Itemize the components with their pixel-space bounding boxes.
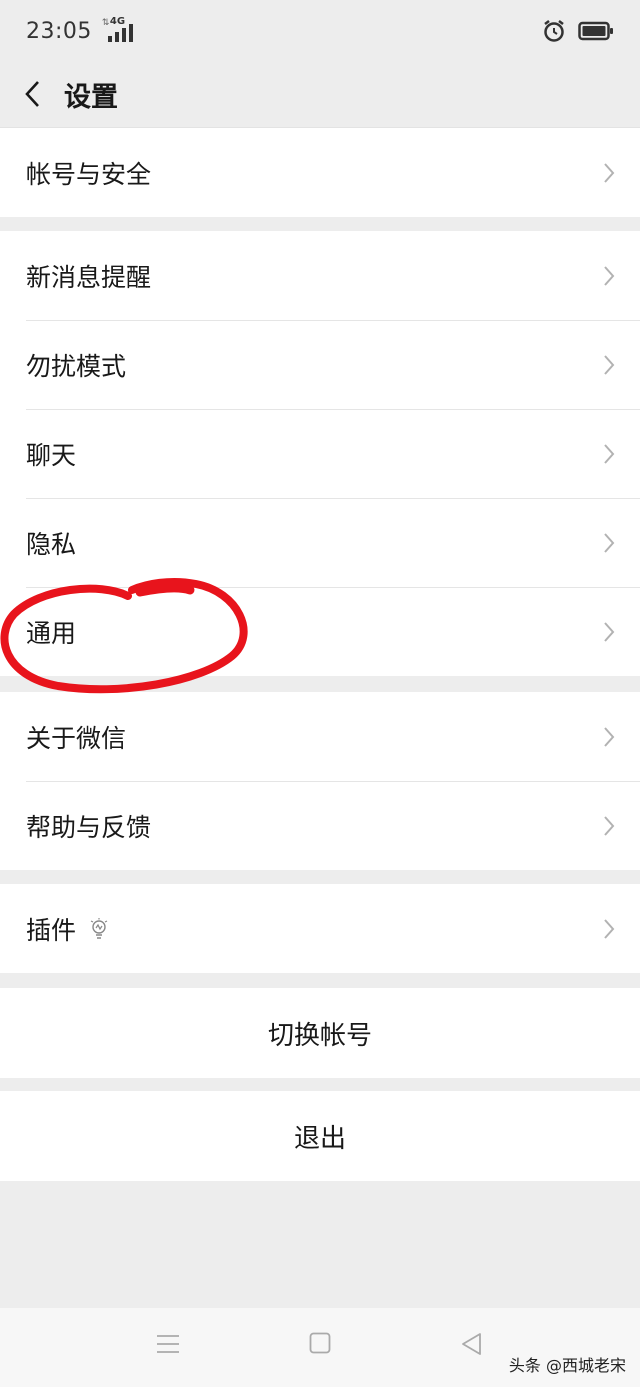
chevron-right-icon (604, 918, 615, 939)
settings-item-help-feedback[interactable]: 帮助与反馈 (0, 781, 640, 870)
settings-item-label: 帮助与反馈 (26, 812, 152, 842)
settings-item-plugins[interactable]: 插件 (0, 884, 640, 973)
battery-icon (578, 21, 613, 41)
status-right (542, 19, 614, 43)
chevron-right-icon (604, 815, 615, 836)
settings-item-label: 聊天 (26, 440, 77, 470)
lightbulb-icon (90, 917, 108, 939)
switch-account-group: 切换帐号 (0, 988, 640, 1078)
chevron-right-icon (604, 621, 615, 642)
chevron-right-icon (604, 443, 615, 464)
settings-item-label: 关于微信 (26, 723, 127, 753)
settings-item-about[interactable]: 关于微信 (0, 692, 640, 781)
settings-item-label: 帐号与安全 (26, 159, 152, 189)
settings-item-chat[interactable]: 聊天 (0, 409, 640, 498)
settings-item-general[interactable]: 通用 (0, 587, 640, 676)
settings-item-label: 隐私 (26, 529, 77, 559)
settings-item-privacy[interactable]: 隐私 (0, 498, 640, 587)
settings-item-label: 通用 (26, 618, 77, 648)
chevron-right-icon (604, 532, 615, 553)
switch-account-button[interactable]: 切换帐号 (0, 988, 640, 1078)
alarm-icon (544, 20, 564, 42)
settings-item-account-security[interactable]: 帐号与安全 (0, 128, 640, 217)
settings-item-label: 插件 (26, 915, 77, 945)
chevron-right-icon (604, 265, 615, 286)
logout-group: 退出 (0, 1091, 640, 1181)
settings-item-label: 勿扰模式 (26, 351, 127, 381)
settings-item-do-not-disturb[interactable]: 勿扰模式 (0, 320, 640, 409)
chevron-right-icon (604, 162, 615, 183)
chevron-left-icon (25, 81, 39, 107)
status-left: 23:05 ⇅ 4G (26, 16, 134, 44)
plugins-group: 插件 (0, 884, 640, 973)
account-group: 帐号与安全 (0, 127, 640, 217)
home-icon[interactable] (309, 1332, 331, 1354)
chevron-right-icon (604, 354, 615, 375)
settings-group: 新消息提醒 勿扰模式 聊天 隐私 通用 (0, 231, 640, 676)
menu-icon[interactable] (156, 1332, 180, 1356)
signal-icon (107, 24, 133, 42)
back-button[interactable] (0, 62, 64, 126)
logout-button[interactable]: 退出 (0, 1091, 640, 1181)
nav-header: 设置 (0, 62, 640, 126)
network-indicator: ⇅ 4G (102, 16, 134, 44)
settings-item-notifications[interactable]: 新消息提醒 (0, 231, 640, 320)
back-triangle-icon[interactable] (460, 1332, 482, 1356)
status-bar: 23:05 ⇅ 4G (0, 0, 640, 62)
status-time: 23:05 (26, 18, 92, 44)
page-title: 设置 (64, 81, 118, 113)
about-group: 关于微信 帮助与反馈 (0, 692, 640, 870)
chevron-right-icon (604, 726, 615, 747)
settings-item-label: 新消息提醒 (26, 262, 152, 292)
settings-screen: 23:05 ⇅ 4G 设置 帐号与安全 新消息提醒 勿扰模式 聊天 隐私 通用 … (0, 0, 640, 1387)
watermark: 头条 @西城老宋 (508, 1356, 626, 1375)
